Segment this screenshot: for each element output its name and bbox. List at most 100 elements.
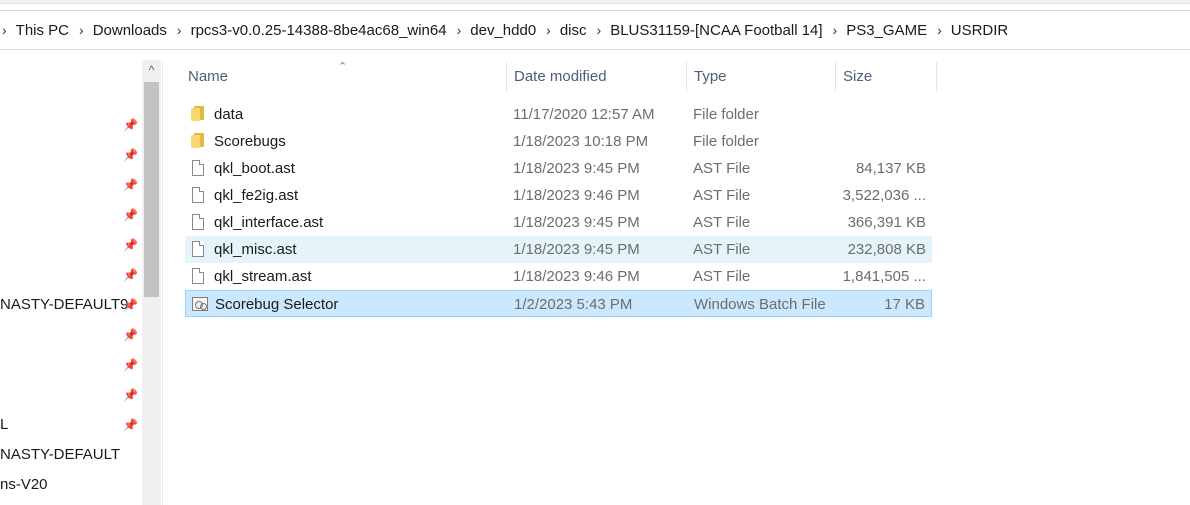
- pin-icon[interactable]: 📌: [123, 418, 138, 432]
- file-date: 1/18/2023 9:46 PM: [513, 187, 640, 204]
- nav-item[interactable]: ns-V20: [0, 470, 142, 500]
- breadcrumb-item[interactable]: › BLUS31159-[NCAA Football 14]: [587, 22, 823, 39]
- file-size: 366,391 KB: [847, 214, 926, 231]
- nav-item[interactable]: [0, 170, 142, 200]
- breadcrumb-label: This PC: [15, 21, 70, 39]
- chevron-right-icon[interactable]: ›: [457, 22, 462, 38]
- nav-scrollbar[interactable]: ^: [142, 60, 161, 505]
- breadcrumb-item[interactable]: › This PC: [0, 22, 69, 39]
- file-icon: [191, 160, 207, 177]
- file-type: AST File: [693, 160, 751, 177]
- pin-icon[interactable]: 📌: [123, 328, 138, 342]
- file-date: 1/18/2023 9:45 PM: [513, 160, 640, 177]
- breadcrumb-label: rpcs3-v0.0.25-14388-8be4ac68_win64: [190, 21, 447, 39]
- file-date: 1/18/2023 9:45 PM: [513, 214, 640, 231]
- column-header-type[interactable]: Type: [688, 60, 835, 93]
- pin-icon[interactable]: 📌: [123, 358, 138, 372]
- chevron-right-icon[interactable]: ›: [546, 22, 551, 38]
- address-bar[interactable]: › This PC › Downloads › rpcs3-v0.0.25-14388-8…: [0, 10, 1190, 50]
- file-icon: [191, 241, 207, 258]
- file-type: File folder: [693, 106, 759, 123]
- file-size: 232,808 KB: [847, 241, 926, 258]
- column-divider[interactable]: [835, 62, 836, 92]
- nav-item[interactable]: [0, 350, 142, 380]
- scroll-up-icon[interactable]: ^: [142, 60, 161, 80]
- breadcrumb-label: Downloads: [92, 21, 167, 39]
- nav-item[interactable]: [0, 260, 142, 290]
- column-divider[interactable]: [506, 62, 507, 92]
- nav-item[interactable]: [0, 110, 142, 140]
- file-name: qkl_misc.ast: [214, 241, 297, 258]
- file-row[interactable]: qkl_interface.ast 1/18/2023 9:45 PM AST Fi…: [185, 209, 932, 236]
- nav-item[interactable]: NASTY-DEFAULT: [0, 440, 142, 470]
- file-row[interactable]: Scorebugs 1/18/2023 10:18 PM File folder: [185, 128, 932, 155]
- pin-icon[interactable]: 📌: [123, 388, 138, 402]
- file-name: Scorebugs: [214, 133, 286, 150]
- batch-file-icon: [192, 296, 208, 313]
- file-row[interactable]: Scorebug Selector 1/2/2023 5:43 PM Windows…: [185, 290, 932, 317]
- breadcrumb-label: USRDIR: [950, 21, 1009, 39]
- chevron-right-icon[interactable]: ›: [833, 22, 838, 38]
- file-size: 1,841,505 ...: [842, 268, 926, 285]
- file-row[interactable]: qkl_boot.ast 1/18/2023 9:45 PM AST File 84,…: [185, 155, 932, 182]
- nav-item[interactable]: L: [0, 410, 142, 440]
- chevron-right-icon[interactable]: ›: [2, 22, 7, 38]
- pin-icon[interactable]: 📌: [123, 208, 138, 222]
- top-toolbar-edge: [0, 0, 1190, 4]
- breadcrumb-label: PS3_GAME: [846, 21, 928, 39]
- file-type: AST File: [693, 214, 751, 231]
- navigation-pane: ^ 📌 📌 📌 📌 📌 📌 NASTY-DEFAULT9 📌 📌 📌 📌 L 📌 NASTY-DEFAUL…: [0, 60, 162, 505]
- chevron-right-icon[interactable]: ›: [177, 22, 182, 38]
- nav-scroll-thumb[interactable]: [144, 82, 159, 297]
- breadcrumb-item[interactable]: › rpcs3-v0.0.25-14388-8be4ac68_win64: [167, 22, 447, 39]
- file-type: AST File: [693, 241, 751, 258]
- column-divider[interactable]: [936, 62, 937, 92]
- breadcrumb-label: disc: [559, 21, 587, 39]
- nav-item[interactable]: [0, 380, 142, 410]
- pin-icon[interactable]: 📌: [123, 238, 138, 252]
- file-date: 11/17/2020 12:57 AM: [513, 106, 655, 123]
- chevron-right-icon[interactable]: ›: [79, 22, 84, 38]
- pin-icon[interactable]: 📌: [123, 118, 138, 132]
- file-type: Windows Batch File: [694, 296, 826, 313]
- nav-item[interactable]: [0, 200, 142, 230]
- file-icon: [191, 187, 207, 204]
- file-list: ⌃ Name Date modified Type Size data 11/17…: [163, 60, 1190, 505]
- nav-item[interactable]: [0, 230, 142, 260]
- file-name: qkl_boot.ast: [214, 160, 295, 177]
- chevron-right-icon[interactable]: ›: [937, 22, 942, 38]
- pin-icon[interactable]: 📌: [123, 148, 138, 162]
- breadcrumb-item[interactable]: › PS3_GAME: [823, 22, 928, 39]
- file-name: Scorebug Selector: [215, 296, 339, 313]
- file-date: 1/18/2023 10:18 PM: [513, 133, 649, 150]
- pin-icon[interactable]: 📌: [123, 178, 138, 192]
- file-type: AST File: [693, 187, 751, 204]
- file-name: qkl_interface.ast: [214, 214, 324, 231]
- nav-item[interactable]: [0, 140, 142, 170]
- file-row[interactable]: data 11/17/2020 12:57 AM File folder: [185, 101, 932, 128]
- folder-icon: [191, 106, 207, 123]
- file-date: 1/18/2023 9:46 PM: [513, 268, 640, 285]
- pin-icon[interactable]: 📌: [123, 268, 138, 282]
- breadcrumb-item[interactable]: › dev_hdd0: [447, 22, 537, 39]
- nav-item[interactable]: [0, 320, 142, 350]
- column-header-size[interactable]: Size: [837, 60, 935, 93]
- file-row[interactable]: qkl_stream.ast 1/18/2023 9:46 PM AST File 1…: [185, 263, 932, 290]
- file-row[interactable]: qkl_misc.ast 1/18/2023 9:45 PM AST File 232…: [185, 236, 932, 263]
- breadcrumb-item[interactable]: › Downloads: [69, 22, 167, 39]
- file-icon: [191, 268, 207, 285]
- file-name: data: [214, 106, 244, 123]
- file-row[interactable]: qkl_fe2ig.ast 1/18/2023 9:46 PM AST File 3,…: [185, 182, 932, 209]
- column-header-name[interactable]: Name: [182, 60, 504, 93]
- chevron-right-icon[interactable]: ›: [597, 22, 602, 38]
- column-divider[interactable]: [686, 62, 687, 92]
- file-size: 3,522,036 ...: [842, 187, 926, 204]
- column-header-date[interactable]: Date modified: [508, 60, 686, 93]
- file-size: 17 KB: [884, 296, 925, 313]
- breadcrumb-item[interactable]: › USRDIR: [927, 22, 1008, 39]
- folder-icon: [191, 133, 207, 150]
- nav-item[interactable]: NASTY-DEFAULT9: [0, 290, 142, 320]
- file-icon: [191, 214, 207, 231]
- breadcrumb-item[interactable]: › disc: [536, 22, 586, 39]
- pin-icon[interactable]: 📌: [123, 298, 138, 312]
